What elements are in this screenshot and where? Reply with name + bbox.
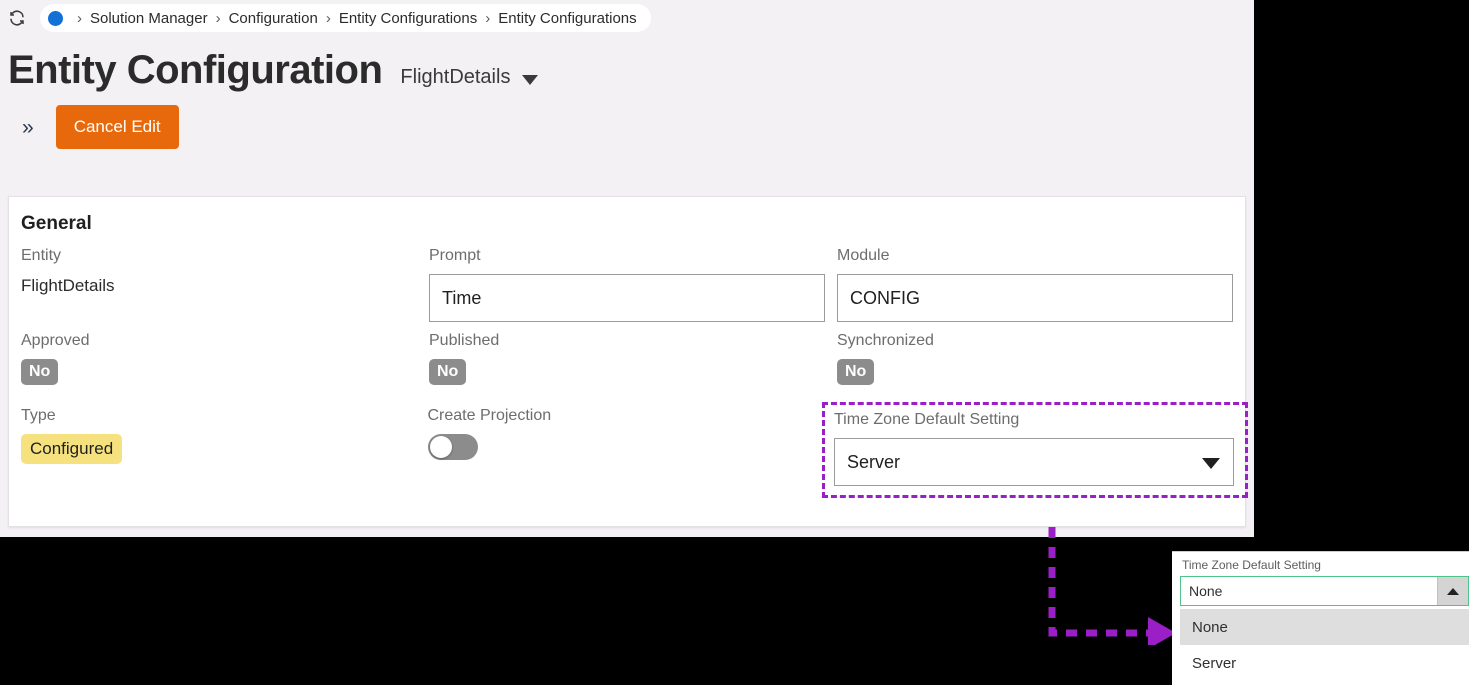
field-label-module: Module xyxy=(837,247,890,264)
blue-dot-icon xyxy=(48,10,63,26)
field-label-type: Type xyxy=(21,407,56,424)
field-prompt: Prompt xyxy=(429,247,837,322)
chevron-down-icon xyxy=(522,74,539,85)
refresh-icon[interactable] xyxy=(8,9,26,27)
time-zone-select[interactable]: Server xyxy=(834,438,1234,486)
breadcrumb-bar: › Solution Manager › Configuration › Ent… xyxy=(0,0,1254,36)
create-projection-toggle[interactable] xyxy=(427,434,478,460)
breadcrumb-separator: › xyxy=(485,9,491,27)
expand-toolbar-icon[interactable]: » xyxy=(22,117,34,138)
field-module: Module xyxy=(837,247,1245,322)
breadcrumb-item-configuration[interactable]: Configuration xyxy=(229,10,318,27)
field-published: Published No xyxy=(429,332,837,385)
field-value-entity: FlightDetails xyxy=(21,276,115,295)
field-entity: Entity FlightDetails xyxy=(21,247,429,322)
annotation-connector xyxy=(1048,527,1176,645)
inset-select-value: None xyxy=(1181,577,1437,605)
time-zone-highlight-box: Time Zone Default Setting Server xyxy=(822,402,1248,498)
general-section-card: General Entity FlightDetails Prompt Modu… xyxy=(8,196,1248,527)
field-label-approved: Approved xyxy=(21,332,90,349)
breadcrumb-item-entity-configurations[interactable]: Entity Configurations xyxy=(339,10,477,27)
inset-dropdown-options: None Server xyxy=(1180,609,1469,681)
field-approved: Approved No xyxy=(21,332,429,385)
prompt-input[interactable] xyxy=(429,274,825,322)
breadcrumb-separator: › xyxy=(325,9,331,27)
status-badge-type: Configured xyxy=(21,434,123,464)
inset-field-label: Time Zone Default Setting xyxy=(1182,558,1321,572)
application-window: › Solution Manager › Configuration › Ent… xyxy=(0,0,1254,537)
breadcrumb: › Solution Manager › Configuration › Ent… xyxy=(40,4,651,32)
field-label-entity: Entity xyxy=(21,247,62,264)
time-zone-select-value: Server xyxy=(847,451,901,472)
entity-selector[interactable]: FlightDetails xyxy=(400,66,539,89)
field-label-create-projection: Create Projection xyxy=(427,407,552,424)
inset-select[interactable]: None xyxy=(1180,576,1469,606)
field-create-projection: Create Projection xyxy=(427,407,835,495)
breadcrumb-separator: › xyxy=(215,9,221,27)
field-time-zone-default-setting: Time Zone Default Setting Server xyxy=(822,402,1248,498)
entity-selector-label: FlightDetails xyxy=(400,66,511,88)
caret-up-icon xyxy=(1447,587,1459,595)
breadcrumb-separator: › xyxy=(77,9,82,27)
status-badge-approved: No xyxy=(21,359,59,385)
module-input[interactable] xyxy=(837,274,1233,322)
form-row-2: Approved No Published No Synchronized No xyxy=(21,332,1245,385)
field-label-synchronized: Synchronized xyxy=(837,332,934,349)
breadcrumb-item-entity-configurations-current[interactable]: Entity Configurations xyxy=(498,10,636,27)
general-form-grid: Entity FlightDetails Prompt Module Appro… xyxy=(9,235,1248,498)
caret-down-icon[interactable] xyxy=(1202,458,1220,469)
form-row-1: Entity FlightDetails Prompt Module xyxy=(21,247,1245,322)
breadcrumb-item-solution-manager[interactable]: Solution Manager xyxy=(90,10,208,27)
inset-dropdown-preview: Time Zone Default Setting None None Serv… xyxy=(1172,551,1469,685)
cancel-edit-button[interactable]: Cancel Edit xyxy=(55,105,179,149)
page-title: Entity Configuration xyxy=(8,48,383,92)
toolbar: » Cancel Edit xyxy=(0,90,1254,150)
field-label-time-zone-default-setting: Time Zone Default Setting xyxy=(834,411,1020,428)
status-badge-synchronized: No xyxy=(837,359,875,385)
status-badge-published: No xyxy=(429,359,467,385)
field-label-published: Published xyxy=(429,332,500,349)
field-type: Type Configured xyxy=(21,407,428,495)
inset-option-server[interactable]: Server xyxy=(1180,645,1469,681)
inset-option-none[interactable]: None xyxy=(1180,609,1469,645)
time-zone-select-wrapper: Server xyxy=(834,438,1234,486)
toggle-knob xyxy=(429,436,452,458)
field-label-prompt: Prompt xyxy=(429,247,481,264)
section-title-general: General xyxy=(21,213,92,234)
form-row-3: Type Configured Create Projection Time Z… xyxy=(21,402,1248,498)
inset-select-toggle-button[interactable] xyxy=(1437,577,1468,605)
field-synchronized: Synchronized No xyxy=(837,332,1245,385)
page-header: Entity Configuration FlightDetails xyxy=(0,36,1254,90)
